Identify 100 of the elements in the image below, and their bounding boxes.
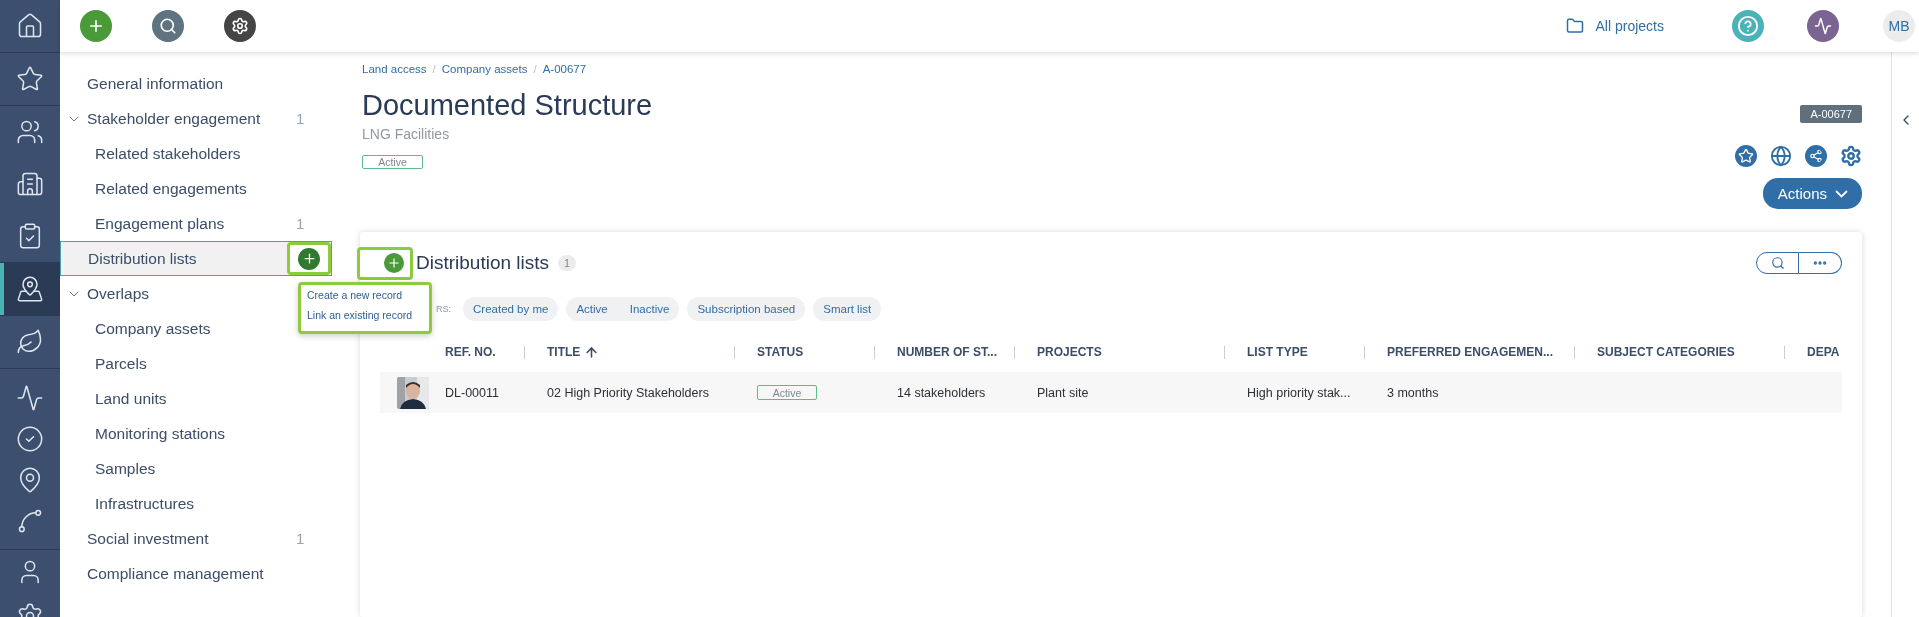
sidebar-item[interactable]: Overlaps: [60, 276, 296, 311]
share-icon[interactable]: [1805, 145, 1827, 167]
table-cell-text: 3 months: [1387, 385, 1440, 400]
sidebar-item[interactable]: Social investment 1: [60, 521, 320, 556]
status-pill: Active: [362, 155, 423, 169]
sidebar-label: Social investment: [87, 529, 210, 548]
sidebar-label: Overlaps: [87, 284, 151, 303]
settings-button[interactable]: [224, 10, 256, 42]
sidebar-label: Related engagements: [95, 179, 248, 198]
sidebar-label: Stakeholder engagement: [87, 109, 262, 128]
column-header[interactable]: SUBJECT CATEGORIES: [1597, 345, 1735, 359]
breadcrumb-link[interactable]: Land access: [362, 63, 427, 75]
sidebar-item[interactable]: Compliance management: [60, 556, 296, 591]
column-header[interactable]: TITLE: [547, 344, 600, 360]
filter-option[interactable]: Active: [576, 303, 608, 315]
breadcrumb-separator: /: [533, 63, 537, 75]
item-count: 1: [296, 110, 306, 127]
pulse-icon: [16, 383, 44, 412]
pulse-icon: [1814, 17, 1832, 35]
plus-icon: [301, 251, 317, 266]
sidebar-item[interactable]: Distribution lists: [60, 241, 332, 276]
sidebar-label: Monitoring stations: [95, 424, 227, 443]
count-badge: 1: [558, 255, 577, 271]
activity-button[interactable]: [1807, 10, 1839, 42]
filter-option[interactable]: Inactive: [629, 303, 670, 315]
sidebar-item[interactable]: Related engagements: [60, 171, 296, 206]
sidebar-label: Parcels: [95, 354, 148, 373]
sidebar-item[interactable]: Company assets: [60, 311, 296, 346]
card-title: Distribution lists: [416, 252, 550, 274]
people-icon: [16, 118, 44, 146]
table-cell-text: DL-00011: [445, 385, 500, 400]
search-icon: [159, 17, 177, 35]
plus-icon: [387, 256, 401, 270]
table-cell-text: High priority stak...: [1247, 385, 1352, 400]
filter-option[interactable]: Subscription based: [697, 303, 796, 315]
table-cell-text: Plant site: [1037, 385, 1090, 400]
column-header[interactable]: PROJECTS: [1037, 345, 1102, 359]
record-subtitle: LNG Facilities: [362, 126, 451, 142]
menu-item[interactable]: Create a new record: [301, 287, 429, 307]
breadcrumb-link[interactable]: Company assets: [441, 63, 528, 75]
settings-icon[interactable]: [1840, 145, 1862, 167]
breadcrumb-link[interactable]: A-00677: [542, 63, 587, 75]
sidebar-label: Distribution lists: [88, 249, 198, 268]
filter-option[interactable]: Created by me: [473, 303, 549, 315]
add-button[interactable]: [384, 253, 404, 273]
table-cell-text: 02 High Priority Stakeholders: [547, 385, 710, 400]
chevron-down-icon: [1835, 189, 1848, 198]
folder-icon: [1565, 17, 1584, 35]
sidebar-item[interactable]: Related stakeholders: [60, 136, 296, 171]
id-badge: A-00677: [1800, 105, 1862, 123]
search-icon: [1770, 256, 1785, 270]
add-button[interactable]: [80, 10, 112, 42]
projects-link[interactable]: All projects: [1565, 17, 1664, 35]
sidebar-item[interactable]: Parcels: [60, 346, 296, 381]
column-header[interactable]: LIST TYPE: [1247, 345, 1308, 359]
sidebar-item[interactable]: Infrastructures: [60, 486, 296, 521]
menu-item[interactable]: Link an existing record: [301, 307, 429, 327]
sidebar-label: Engagement plans: [95, 214, 226, 233]
sidebar-item[interactable]: Monitoring stations: [60, 416, 296, 451]
house-icon: [16, 12, 44, 40]
sidebar-item[interactable]: Stakeholder engagement 1: [60, 101, 320, 136]
sidebar-item[interactable]: General information: [60, 66, 296, 101]
sidebar-label: Infrastructures: [95, 494, 196, 513]
item-count: 1: [296, 530, 306, 547]
sidebar-label: Compliance management: [87, 564, 265, 583]
sidebar-label: Samples: [95, 459, 157, 478]
star-icon: [16, 65, 44, 93]
column-header[interactable]: NUMBER OF ST...: [897, 345, 997, 359]
sidebar-label: Land units: [95, 389, 168, 408]
sidebar-label: General information: [87, 74, 225, 93]
column-header[interactable]: REF. NO.: [445, 345, 496, 359]
filter-option[interactable]: Smart list: [823, 303, 872, 315]
globe-icon[interactable]: [1770, 145, 1792, 167]
filter-label: RS:: [436, 304, 451, 314]
column-header[interactable]: PREFERRED ENGAGEMEN...: [1387, 345, 1554, 359]
nav-item[interactable]: [0, 263, 60, 315]
item-count: 1: [296, 215, 306, 232]
actions-button[interactable]: Actions: [1762, 178, 1862, 209]
table-row[interactable]: DL-00011 02 High Priority Stakeholders Active 14 stakeholders Plant site High priority stak... 3 months: [380, 372, 1842, 413]
sidebar-item[interactable]: Samples: [60, 451, 296, 486]
help-icon: [1737, 15, 1759, 37]
search-button[interactable]: [1756, 252, 1799, 274]
user-avatar[interactable]: MB: [1883, 10, 1915, 42]
check-circle-icon: [16, 424, 44, 453]
more-button[interactable]: [1799, 252, 1842, 274]
sidebar-item[interactable]: Land units: [60, 381, 296, 416]
column-header[interactable]: DEPA: [1807, 345, 1840, 359]
search-button[interactable]: [152, 10, 184, 42]
column-header[interactable]: STATUS: [757, 345, 804, 359]
record-title: Documented Structure: [362, 89, 653, 122]
plus-icon: [87, 17, 105, 35]
map-pin-icon: [16, 275, 44, 303]
sidebar-label: Company assets: [95, 319, 212, 338]
sidebar-label: Related stakeholders: [95, 144, 242, 163]
status-pill: Active: [757, 385, 817, 400]
buildings-icon: [16, 170, 44, 198]
breadcrumb-separator: /: [432, 63, 436, 75]
sidebar-item[interactable]: Engagement plans 1: [60, 206, 320, 241]
projects-label: All projects: [1595, 18, 1664, 34]
add-button[interactable]: [298, 247, 320, 270]
